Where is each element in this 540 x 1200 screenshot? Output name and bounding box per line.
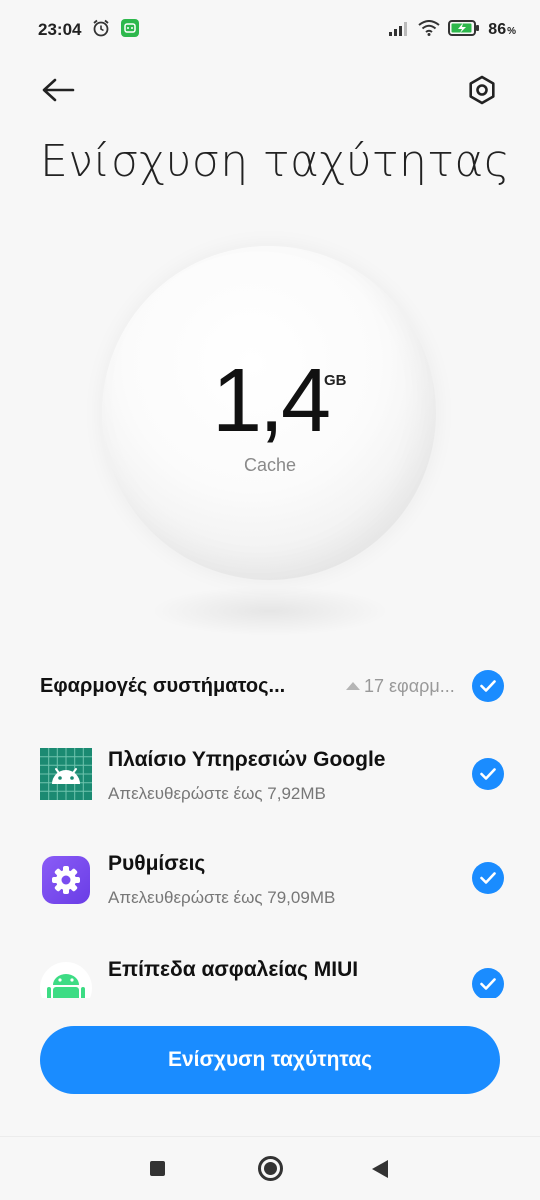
app-size: Απελευθερώστε έως 7,92MB bbox=[108, 784, 326, 803]
app-name: Πλαίσιο Υπηρεσιών Google bbox=[108, 748, 386, 771]
checkmark-icon bbox=[480, 978, 496, 990]
app-name: Επίπεδα ασφαλείας MIUI bbox=[108, 958, 359, 981]
recents-square-icon[interactable] bbox=[150, 1161, 165, 1176]
cache-label: Cache bbox=[243, 455, 297, 475]
navigation-bar bbox=[0, 1136, 540, 1200]
boost-speed-button[interactable]: Ενίσχυση ταχύτητας bbox=[40, 1026, 500, 1094]
signal-icon bbox=[388, 20, 410, 41]
checkmark-icon bbox=[480, 680, 496, 692]
list-clip: Επίπεδα ασφαλείας MIUI bbox=[0, 940, 540, 998]
android-robot-icon bbox=[40, 962, 92, 998]
battery-charging-icon bbox=[448, 19, 480, 41]
group-title: Εφαρμογές συστήματος... bbox=[40, 674, 286, 697]
page-title: Ενίσχυση ταχύτητας bbox=[40, 136, 511, 187]
cache-number: 1,4 bbox=[211, 351, 331, 451]
back-triangle-icon[interactable] bbox=[372, 1160, 388, 1178]
battery-percent-sign: % bbox=[507, 26, 516, 37]
status-right: 86% bbox=[388, 19, 516, 41]
top-bar bbox=[0, 60, 540, 120]
back-button[interactable] bbox=[36, 72, 80, 108]
group-count[interactable]: 17 εφαρμ... bbox=[346, 676, 458, 697]
app-name: Ρυθμίσεις bbox=[108, 852, 206, 875]
cache-value: 1,4 GB bbox=[0, 350, 540, 453]
list-item[interactable]: Ρυθμίσεις Απελευθερώστε έως 79,09MB bbox=[40, 842, 504, 922]
wifi-icon bbox=[418, 19, 440, 41]
android-grid-icon bbox=[40, 748, 92, 800]
sphere-shadow bbox=[150, 586, 390, 636]
app-checkbox[interactable] bbox=[472, 862, 504, 894]
battery-percent: 86% bbox=[488, 21, 516, 38]
settings-button[interactable] bbox=[462, 70, 502, 110]
status-left: 23:04 bbox=[38, 18, 140, 43]
list-item[interactable]: Επίπεδα ασφαλείας MIUI bbox=[40, 948, 504, 998]
system-apps-group[interactable]: Εφαρμογές συστήματος... 17 εφαρμ... bbox=[40, 666, 504, 706]
collapse-triangle-icon bbox=[346, 682, 360, 690]
app-checkbox[interactable] bbox=[472, 758, 504, 790]
alarm-icon bbox=[91, 18, 111, 43]
settings-hexagon-icon bbox=[469, 75, 495, 105]
app-notification-icon bbox=[121, 18, 140, 42]
settings-gear-icon bbox=[42, 856, 90, 904]
checkmark-icon bbox=[480, 872, 496, 884]
status-bar: 23:04 86% bbox=[0, 0, 540, 60]
app-size: Απελευθερώστε έως 79,09MB bbox=[108, 888, 336, 907]
status-time: 23:04 bbox=[38, 20, 82, 39]
home-circle-icon[interactable] bbox=[258, 1156, 283, 1181]
cache-unit: GB bbox=[324, 372, 347, 389]
arrow-left-icon bbox=[42, 78, 75, 102]
home-circle-inner bbox=[264, 1162, 277, 1175]
app-checkbox[interactable] bbox=[472, 968, 504, 998]
group-count-label: 17 εφαρμ... bbox=[364, 675, 455, 696]
checkmark-icon bbox=[480, 768, 496, 780]
list-item[interactable]: Πλαίσιο Υπηρεσιών Google Απελευθερώστε έ… bbox=[40, 738, 504, 818]
group-checkbox[interactable] bbox=[472, 670, 504, 702]
